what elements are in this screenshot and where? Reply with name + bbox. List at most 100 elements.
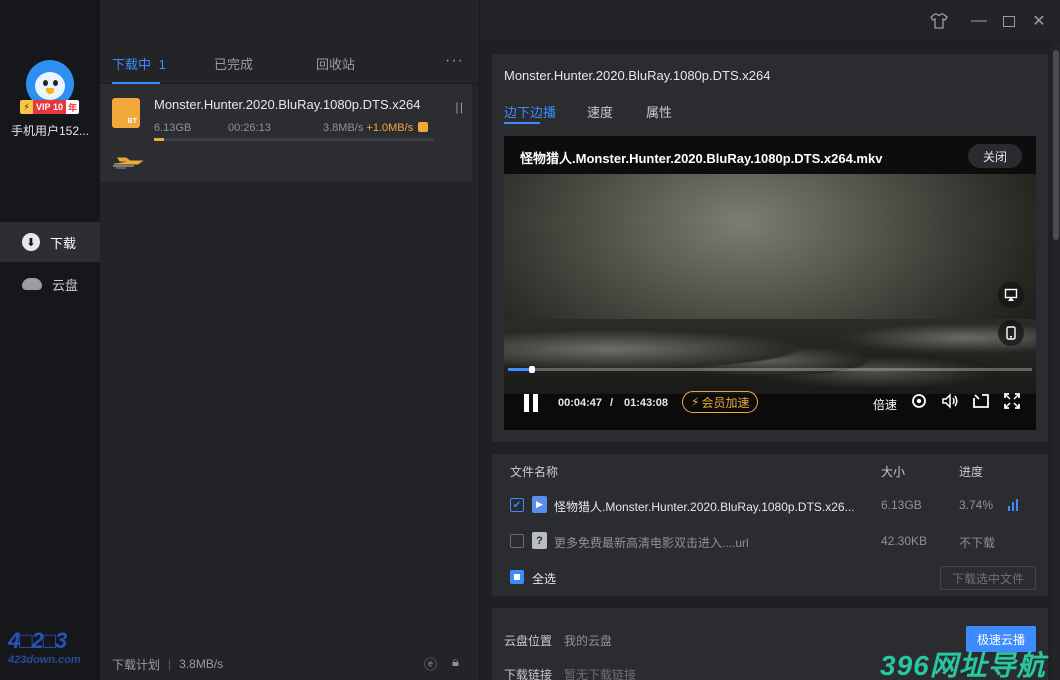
- vip-boost-button[interactable]: ⚡ 会员加速: [682, 391, 759, 413]
- task-progress-fill: [154, 138, 165, 141]
- watermark-396: 396网址导航: [880, 650, 1046, 680]
- file-list-card: 文件名称 大小 进度 ✔ ▶ 怪物猎人.Monster.Hunter.2020.…: [492, 454, 1048, 596]
- cloud-icon: [22, 278, 42, 290]
- bolt-icon: ⚡: [691, 395, 700, 409]
- username[interactable]: 手机用户152...: [0, 122, 100, 139]
- volume-icon[interactable]: [941, 393, 959, 412]
- file-row[interactable]: ? 更多免费最新高清电影双击进入....url 42.30KB 不下载: [492, 526, 1048, 556]
- airplay-icon[interactable]: [998, 282, 1024, 308]
- download-plan-button[interactable]: 下载计划: [112, 656, 160, 673]
- tab-downloading-label: 下载中: [112, 57, 152, 72]
- video-header: 怪物猎人.Monster.Hunter.2020.BluRay.1080p.DT…: [504, 136, 1036, 174]
- bt-badge: BT: [127, 118, 137, 125]
- skin-icon[interactable]: [928, 10, 950, 32]
- lock-icon[interactable]: 🔒︎: [452, 654, 468, 670]
- pause-icon[interactable]: | |: [455, 100, 463, 114]
- browser-icon[interactable]: ⓔ: [424, 654, 440, 672]
- download-link-label: 下载链接: [504, 668, 553, 680]
- task-speed-group: 3.8MB/s +1.0MB/s: [323, 122, 429, 134]
- task-speed: 3.8MB/s: [323, 122, 364, 134]
- player-controls: 00:04:47 / 01:43:08 ⚡ 会员加速 倍速: [504, 390, 1036, 430]
- time-separator: /: [610, 397, 614, 409]
- tab-downloading[interactable]: 下载中 1: [112, 54, 166, 73]
- fullscreen-icon[interactable]: [1004, 393, 1020, 412]
- header-size: 大小: [881, 465, 906, 479]
- vip-badge[interactable]: ⚡ VIP 10 年: [20, 100, 80, 114]
- video-player[interactable]: 怪物猎人.Monster.Hunter.2020.BluRay.1080p.DT…: [504, 136, 1036, 430]
- mini-window-icon[interactable]: [973, 393, 989, 412]
- task-size: 6.13GB: [154, 122, 192, 134]
- nav-item-download[interactable]: ⬇ 下载: [0, 222, 100, 262]
- bottom-bar: 下载计划 | 3.8MB/s ⓔ 🔒︎: [100, 648, 480, 680]
- select-all-checkbox[interactable]: [510, 570, 524, 584]
- task-boost-speed: +1.0MB/s: [366, 122, 414, 134]
- tab-recycle[interactable]: 回收站: [316, 54, 355, 73]
- nav-item-cloud[interactable]: 云盘: [0, 264, 100, 304]
- vip-level: 10: [53, 102, 64, 112]
- video-scene: [504, 319, 1036, 394]
- playback-speed-button[interactable]: 倍速: [873, 396, 897, 413]
- cloud-location-value[interactable]: 我的云盘: [564, 632, 612, 649]
- file-name: 更多免费最新高清电影双击进入....url: [554, 536, 749, 550]
- pause-button[interactable]: [522, 394, 540, 414]
- file-progress: 3.74%: [959, 498, 994, 512]
- header-file-name: 文件名称: [510, 465, 559, 479]
- tab-completed[interactable]: 已完成: [214, 54, 253, 73]
- file-progress: 不下载: [959, 536, 996, 550]
- downloading-count: 1: [158, 57, 166, 72]
- current-time: 00:04:47: [558, 397, 603, 409]
- total-speed: 3.8MB/s: [179, 657, 224, 671]
- detail-scrollbar[interactable]: [1052, 42, 1060, 680]
- watermark-url: 423down.com: [8, 654, 81, 666]
- file-size: 42.30KB: [881, 534, 928, 548]
- left-nav: ⚡ VIP 10 年 手机用户152... ⬇ 下载 云盘 4□2□3 423d…: [0, 0, 100, 680]
- seek-bar[interactable]: [508, 366, 1032, 373]
- close-window-icon[interactable]: ✕: [1028, 10, 1050, 32]
- bolt-icon: ⚡: [20, 100, 33, 114]
- download-task[interactable]: BT Monster.Hunter.2020.BluRay.1080p.DTS.…: [100, 84, 472, 182]
- speedboat-icon: [113, 157, 144, 169]
- video-title: 怪物猎人.Monster.Hunter.2020.BluRay.1080p.DT…: [520, 151, 883, 166]
- nav-item-label: 下载: [50, 235, 77, 251]
- detail-tab-underline: [504, 122, 540, 124]
- download-link-value: 暂无下载链接: [564, 668, 637, 680]
- task-title: Monster.Hunter.2020.BluRay.1080p.DTS.x26…: [154, 97, 421, 112]
- phone-cast-icon[interactable]: [998, 320, 1024, 346]
- scrollbar-thumb[interactable]: [1053, 50, 1059, 240]
- maximize-icon[interactable]: [998, 10, 1020, 32]
- file-name: 怪物猎人.Monster.Hunter.2020.BluRay.1080p.DT…: [554, 500, 855, 514]
- bt-folder-icon: BT: [112, 98, 140, 128]
- video-file-icon: ▶: [532, 496, 547, 513]
- vip-label: VIP: [36, 102, 51, 112]
- tab-speed[interactable]: 速度: [587, 102, 613, 121]
- vip-boost-label: 会员加速: [701, 395, 750, 410]
- detail-title: Monster.Hunter.2020.BluRay.1080p.DTS.x26…: [504, 68, 771, 83]
- file-checkbox[interactable]: [510, 534, 524, 548]
- settings-icon[interactable]: [911, 393, 927, 412]
- file-size: 6.13GB: [881, 498, 922, 512]
- cloud-location-label: 云盘位置: [504, 634, 553, 648]
- header-progress: 进度: [959, 465, 984, 479]
- minimize-icon[interactable]: —: [968, 10, 990, 32]
- download-selected-button[interactable]: 下载选中文件: [940, 566, 1036, 590]
- file-row[interactable]: ✔ ▶ 怪物猎人.Monster.Hunter.2020.BluRay.1080…: [492, 490, 1048, 520]
- download-icon: ⬇: [22, 233, 40, 251]
- task-remaining: 00:26:13: [228, 122, 271, 134]
- tab-properties[interactable]: 属性: [646, 102, 672, 121]
- tab-play-while-download[interactable]: 边下边播: [504, 102, 556, 121]
- nav-item-label: 云盘: [52, 277, 79, 293]
- select-all-label: 全选: [532, 572, 557, 586]
- download-tabs: 下载中 1 已完成 回收站 ···: [100, 42, 480, 84]
- unknown-file-icon: ?: [532, 532, 547, 549]
- close-player-button[interactable]: 关闭: [968, 144, 1022, 168]
- file-checkbox[interactable]: ✔: [510, 498, 524, 512]
- boost-icon: [418, 122, 429, 132]
- watermark-logo: 4□2□3: [8, 628, 67, 653]
- more-icon[interactable]: ···: [445, 52, 464, 70]
- signal-bars-icon: [1008, 499, 1020, 511]
- seek-handle[interactable]: [529, 366, 536, 373]
- video-frame[interactable]: [504, 174, 1036, 394]
- total-time: 01:43:08: [624, 397, 669, 409]
- watermark-423down: 4□2□3 423down.com: [8, 628, 81, 666]
- playback-card: Monster.Hunter.2020.BluRay.1080p.DTS.x26…: [492, 54, 1048, 442]
